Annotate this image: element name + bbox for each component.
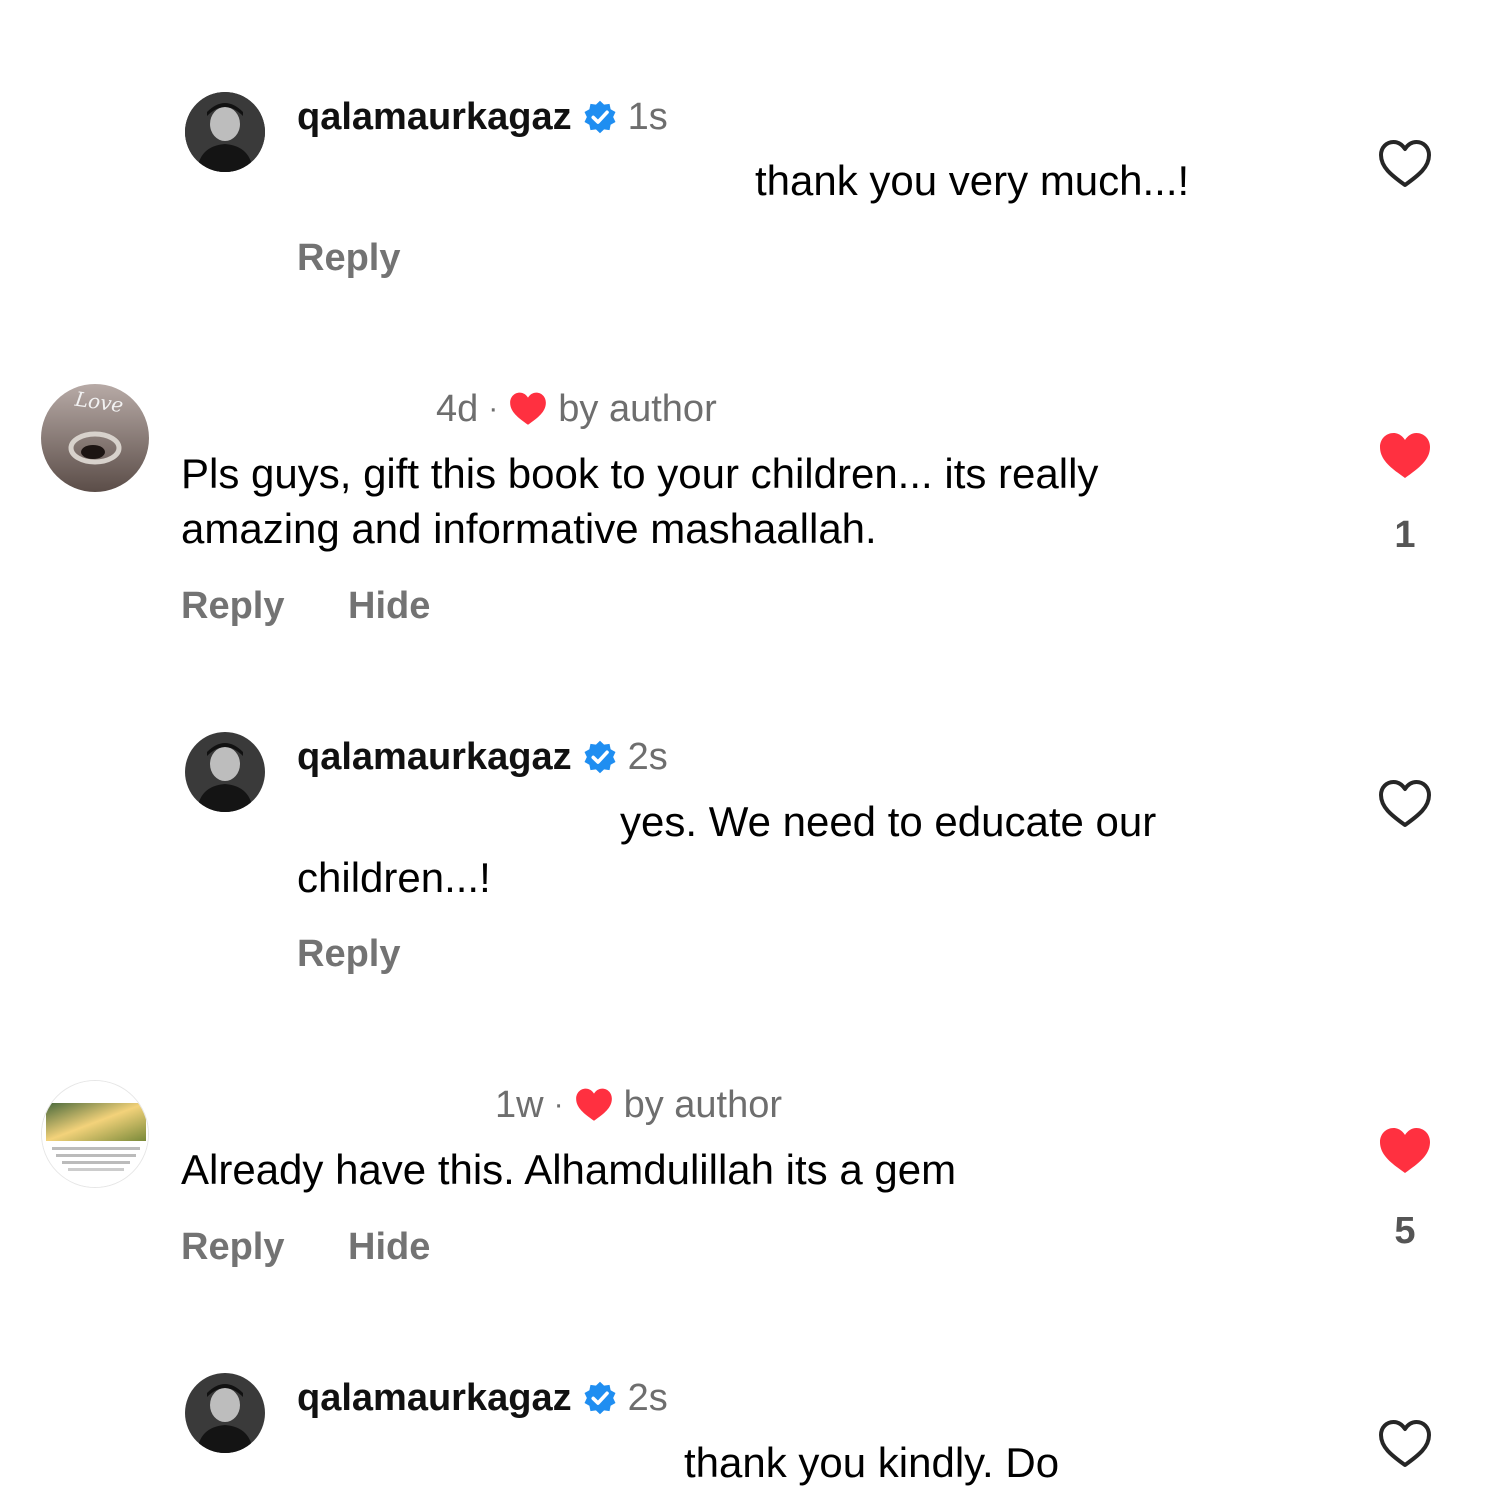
heart-filled-icon[interactable]: [1377, 430, 1433, 482]
verified-badge-icon: [582, 99, 618, 135]
avatar-image: [185, 1373, 265, 1453]
reply-button[interactable]: Reply: [181, 1226, 284, 1269]
liked-by-author-label: by author: [558, 387, 717, 430]
heart-outline-icon[interactable]: [1377, 1418, 1433, 1470]
comment-header: qalamaurkagaz 2s: [297, 1373, 668, 1423]
comment-text-line: Pls guys, gift this book to your childre…: [181, 450, 1099, 497]
comment-text: Pls guys, gift this book to your childre…: [181, 446, 1098, 556]
comment-header: qalamaurkagaz 1s: [297, 92, 668, 142]
timestamp: 4d: [436, 387, 479, 430]
avatar[interactable]: Love: [41, 384, 149, 492]
avatar[interactable]: [185, 732, 265, 812]
liked-by-author-label: by author: [623, 1083, 783, 1126]
separator-dot: ·: [488, 392, 499, 425]
separator-dot: ·: [553, 1088, 564, 1121]
comment-text: Already have this. Alhamdulillah its a g…: [181, 1146, 957, 1193]
username[interactable]: qalamaurkagaz: [297, 96, 572, 139]
avatar[interactable]: [185, 1373, 265, 1453]
timestamp: 2s: [627, 1376, 668, 1419]
comment-meta: 4d · by author: [436, 384, 717, 434]
avatar[interactable]: [185, 92, 265, 172]
heart-outline-icon[interactable]: [1377, 778, 1433, 830]
verified-badge-icon: [582, 1380, 618, 1416]
reply-button[interactable]: Reply: [297, 237, 400, 280]
like-count[interactable]: 5: [1377, 1210, 1433, 1253]
timestamp: 1w: [495, 1083, 544, 1126]
reply-button[interactable]: Reply: [297, 933, 400, 976]
avatar-image: [185, 92, 265, 172]
comment-meta: 1w · by author: [495, 1080, 782, 1130]
comment-text-line: children...!: [297, 854, 491, 901]
heart-filled-icon[interactable]: [1377, 1125, 1433, 1177]
comment-header: qalamaurkagaz 2s: [297, 732, 668, 782]
comment-text-line: amazing and informative mashaallah.: [181, 505, 877, 552]
username[interactable]: qalamaurkagaz: [297, 1377, 572, 1420]
verified-badge-icon: [582, 739, 618, 775]
author-heart-icon: [508, 390, 548, 428]
username[interactable]: qalamaurkagaz: [297, 736, 572, 779]
hide-button[interactable]: Hide: [348, 585, 430, 628]
heart-outline-icon[interactable]: [1377, 138, 1433, 190]
author-heart-icon: [574, 1086, 614, 1124]
avatar[interactable]: [41, 1080, 149, 1188]
timestamp: 1s: [627, 95, 668, 138]
comment-text: thank you kindly. Do: [684, 1439, 1060, 1486]
timestamp: 2s: [627, 735, 668, 778]
like-count[interactable]: 1: [1377, 514, 1433, 557]
comment-text: thank you very much...!: [755, 157, 1190, 204]
avatar-image: [42, 1081, 148, 1187]
avatar-image: [185, 732, 265, 812]
hide-button[interactable]: Hide: [348, 1226, 430, 1269]
reply-button[interactable]: Reply: [181, 585, 284, 628]
comment-text-line: yes. We need to educate our: [620, 798, 1157, 845]
